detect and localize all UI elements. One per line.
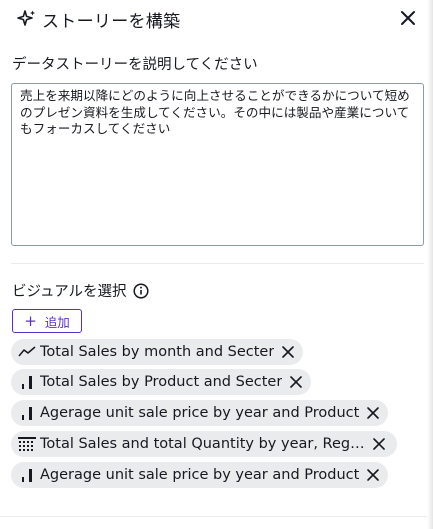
select-visuals-label: ビジュアルを選択 xyxy=(12,280,149,301)
bar-chart-icon xyxy=(17,405,37,421)
visual-chip-label: Agerage unit sale price by year and Prod… xyxy=(40,467,360,483)
remove-visual-button[interactable] xyxy=(289,375,303,389)
story-prompt-textarea[interactable]: 売上を来期以降にどのように向上させることができるかについて短めのプレゼン資料を生… xyxy=(11,83,424,246)
add-visual-button[interactable]: + 追加 xyxy=(12,309,82,333)
bar-chart-icon xyxy=(17,374,37,390)
visual-chip-label: Total Sales and total Quantity by year, … xyxy=(40,436,365,452)
visual-chip-label: Agerage unit sale price by year and Prod… xyxy=(40,405,360,421)
panel-edge-shadow xyxy=(427,0,433,529)
close-icon xyxy=(282,346,295,358)
describe-story-label: データストーリーを説明してください xyxy=(12,57,258,73)
close-button[interactable] xyxy=(399,9,417,27)
bar-chart-icon xyxy=(17,467,37,483)
visual-chip: Agerage unit sale price by year and Prod… xyxy=(11,462,389,488)
line-chart-icon xyxy=(17,344,37,360)
plus-icon: + xyxy=(24,311,37,330)
close-icon xyxy=(367,469,380,481)
close-icon xyxy=(367,407,380,419)
remove-visual-button[interactable] xyxy=(372,437,386,451)
sparkle-icon xyxy=(17,9,37,29)
build-story-panel: ストーリーを構築 データストーリーを説明してください 売上を来期以降にどのように… xyxy=(0,0,433,529)
table-icon xyxy=(17,436,37,452)
footer-divider xyxy=(0,516,427,517)
close-icon xyxy=(401,11,415,25)
section-divider xyxy=(11,263,424,264)
panel-title: ストーリーを構築 xyxy=(42,11,181,32)
visual-chip: Agerage unit sale price by year and Prod… xyxy=(11,400,389,426)
select-visuals-label-text: ビジュアルを選択 xyxy=(12,284,127,300)
visual-chip-label: Total Sales by month and Secter xyxy=(40,344,275,360)
visual-chip-label: Total Sales by Product and Secter xyxy=(40,374,283,390)
visual-chip: Total Sales by month and Secter xyxy=(11,339,304,365)
visual-chip: Total Sales and total Quantity by year, … xyxy=(11,431,397,457)
remove-visual-button[interactable] xyxy=(366,406,380,420)
panel-header: ストーリーを構築 xyxy=(17,6,421,32)
info-icon[interactable] xyxy=(133,282,149,299)
remove-visual-button[interactable] xyxy=(281,345,295,359)
add-visual-button-label: 追加 xyxy=(44,314,70,330)
visual-chip: Total Sales by Product and Secter xyxy=(11,369,312,395)
remove-visual-button[interactable] xyxy=(366,468,380,482)
close-icon xyxy=(373,438,385,450)
close-icon xyxy=(290,376,303,388)
